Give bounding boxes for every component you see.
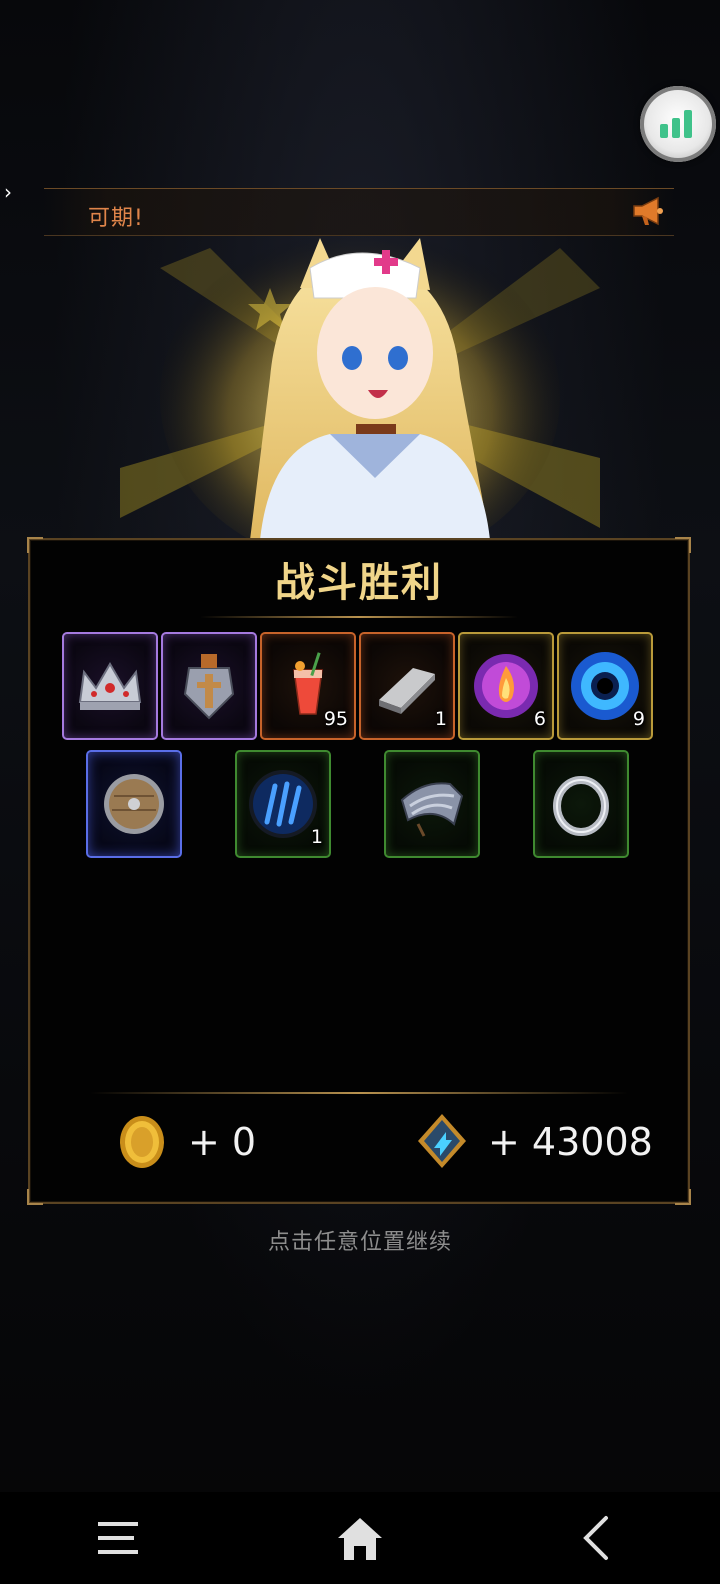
item-count: 95 bbox=[323, 708, 348, 730]
exp-reward-value: + 43008 bbox=[488, 1120, 653, 1164]
gold-reward-value: + 0 bbox=[188, 1120, 257, 1164]
currency-rewards: + 0 + 43008 bbox=[0, 1106, 720, 1182]
item-count: 9 bbox=[632, 708, 645, 730]
reward-item-shield[interactable] bbox=[86, 750, 182, 858]
blue-portal-icon bbox=[571, 652, 639, 720]
stats-button[interactable] bbox=[640, 86, 716, 162]
exp-crystal-icon bbox=[418, 1114, 466, 1168]
item-count: 1 bbox=[310, 826, 323, 848]
victory-panel: 战斗胜利 95 1 6 9 1 bbox=[27, 537, 691, 1205]
tap-to-continue-hint[interactable]: 点击任意位置继续 bbox=[0, 1224, 720, 1256]
menu-icon[interactable] bbox=[90, 1512, 150, 1564]
reward-item-ring[interactable] bbox=[533, 750, 629, 858]
stats-icon bbox=[660, 124, 668, 138]
system-nav-bar bbox=[0, 1492, 720, 1584]
shield-amulet-icon bbox=[183, 654, 235, 720]
reward-item-armor[interactable] bbox=[384, 750, 480, 858]
hero-character-portrait bbox=[120, 228, 600, 540]
victory-title: 战斗胜利 bbox=[275, 559, 443, 606]
claw-rune-icon bbox=[249, 770, 317, 838]
item-count: 1 bbox=[434, 708, 447, 730]
footer-divider bbox=[90, 1092, 628, 1094]
crown-icon bbox=[78, 662, 142, 710]
item-count: 6 bbox=[533, 708, 546, 730]
reward-item-portal[interactable]: 9 bbox=[557, 632, 653, 740]
back-icon[interactable] bbox=[570, 1512, 630, 1564]
title-divider bbox=[200, 616, 518, 618]
fire-orb-icon bbox=[474, 654, 538, 718]
silver-ring-icon bbox=[553, 776, 609, 836]
wooden-shield-icon bbox=[104, 774, 164, 834]
reward-item-ingot[interactable]: 1 bbox=[359, 632, 455, 740]
home-icon[interactable] bbox=[330, 1512, 390, 1564]
megaphone-icon[interactable] bbox=[630, 195, 666, 227]
shoulder-armor-icon bbox=[400, 782, 464, 837]
reward-item-drink[interactable]: 95 bbox=[260, 632, 356, 740]
iron-ingot-icon bbox=[379, 668, 435, 714]
side-expand-icon[interactable]: › bbox=[4, 180, 20, 204]
reward-item-amulet[interactable] bbox=[161, 632, 257, 740]
reward-item-rune[interactable]: 1 bbox=[235, 750, 331, 858]
reward-item-fire-orb[interactable]: 6 bbox=[458, 632, 554, 740]
reward-item-crown[interactable] bbox=[62, 632, 158, 740]
gold-coin-icon bbox=[120, 1116, 164, 1168]
